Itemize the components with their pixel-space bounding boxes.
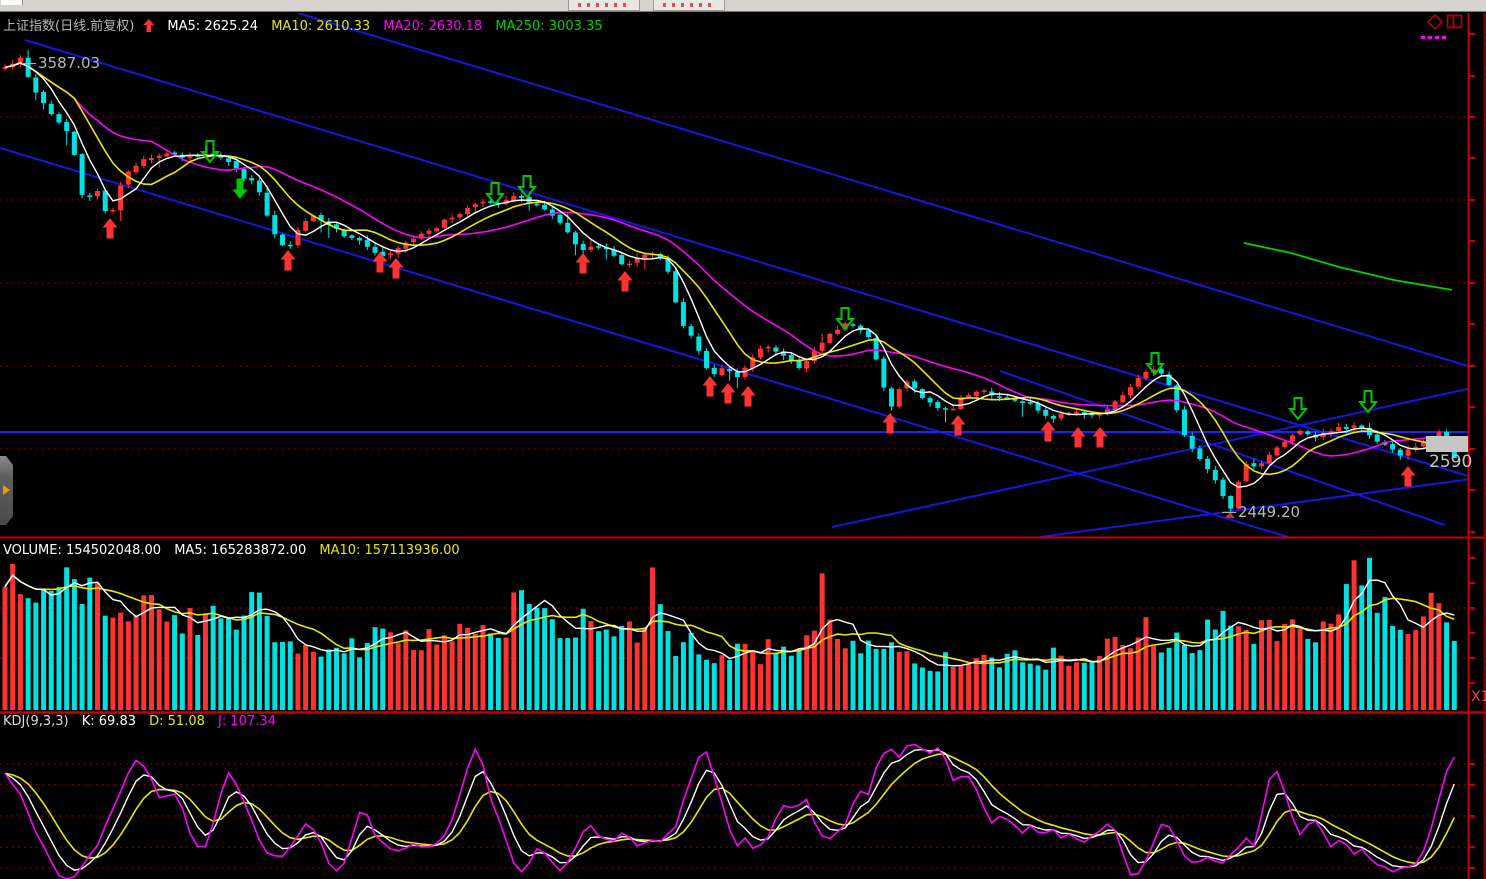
last-price-label: 2590 xyxy=(1429,452,1472,472)
last-price-tag-box xyxy=(1426,436,1468,452)
close-indicator-button[interactable]: X1 xyxy=(1471,689,1486,705)
main-plot[interactable] xyxy=(0,13,1486,537)
sidebar-expand-handle[interactable] xyxy=(0,456,13,525)
dashed-drawing-segment xyxy=(1421,36,1448,39)
panel-frames xyxy=(0,13,1486,879)
chart-canvas[interactable] xyxy=(0,0,1486,879)
kdj-plot[interactable] xyxy=(0,744,1468,879)
diamond-tool-icon[interactable] xyxy=(1426,13,1444,35)
split-window-icon[interactable] xyxy=(1446,14,1464,34)
expand-arrow-icon xyxy=(3,485,10,495)
volume-plot[interactable] xyxy=(0,558,1468,710)
trading-terminal-window: 上证指数(日线.前复权) MA5: 2625.24 MA10: 2610.33 … xyxy=(0,0,1486,879)
